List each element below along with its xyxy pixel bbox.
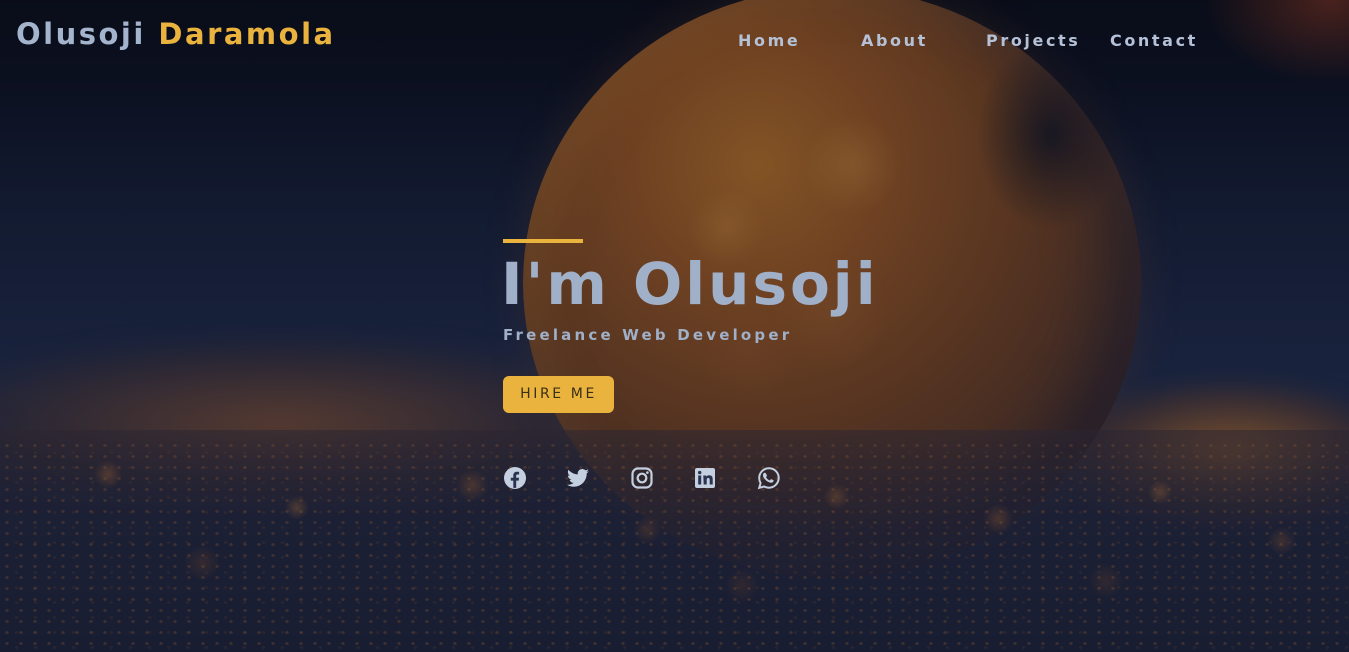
hero-headline: I'm Olusoji: [501, 250, 879, 318]
instagram-icon[interactable]: [630, 466, 654, 490]
twitter-icon[interactable]: [566, 466, 590, 490]
hero-subtitle: Freelance Web Developer: [503, 326, 793, 344]
main-nav: Home About Projects Contact: [0, 29, 1349, 53]
headline-accent-line: [503, 239, 583, 243]
facebook-icon[interactable]: [503, 466, 527, 490]
nav-link-home[interactable]: Home: [738, 29, 800, 53]
nav-link-projects[interactable]: Projects: [986, 29, 1080, 53]
hero-section: Olusoji Daramola Home About Projects Con…: [0, 0, 1349, 652]
hire-me-button[interactable]: HIRE ME: [503, 376, 614, 413]
nav-link-contact[interactable]: Contact: [1110, 29, 1198, 53]
linkedin-icon[interactable]: [693, 466, 717, 490]
nav-link-about[interactable]: About: [861, 29, 928, 53]
whatsapp-icon[interactable]: [757, 466, 781, 490]
